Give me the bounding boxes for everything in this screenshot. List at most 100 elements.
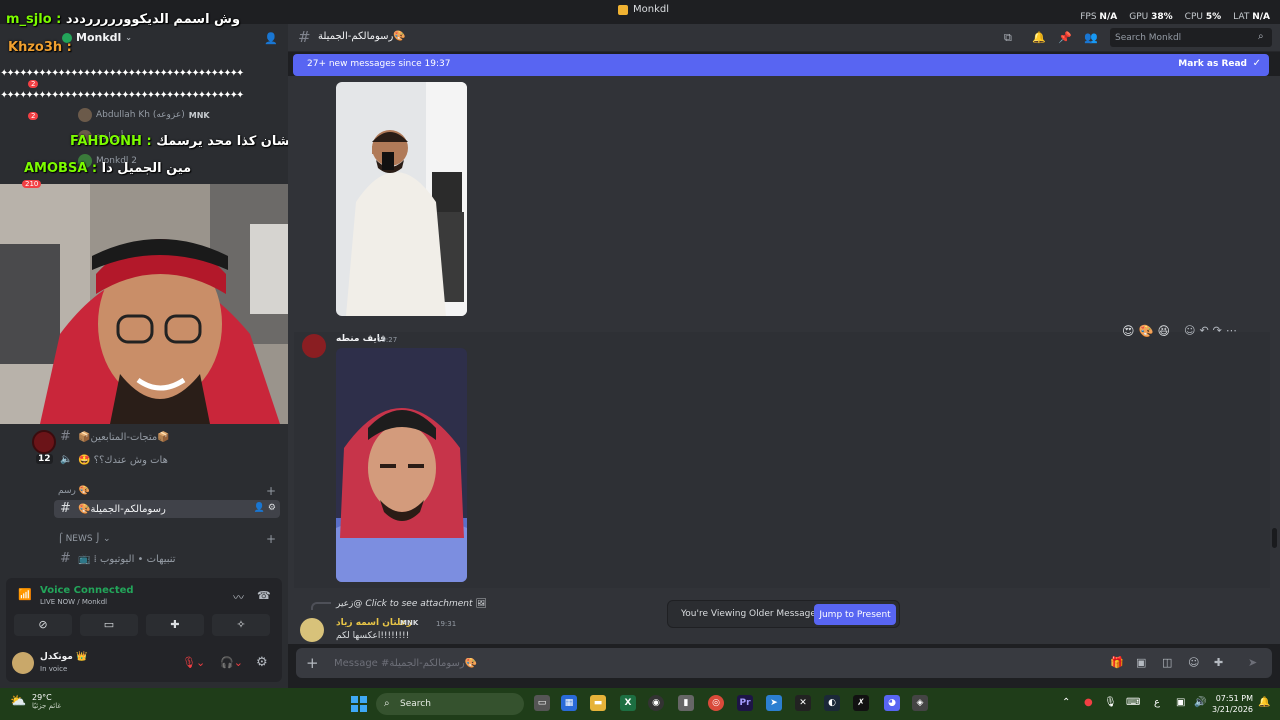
obs-icon[interactable]: ◉ xyxy=(648,695,664,711)
forward-icon[interactable]: ↷ xyxy=(1213,324,1222,340)
threads-icon[interactable]: ⧉ xyxy=(1004,31,1012,45)
message-composer: + 🎁 ▣ ◫ ☺ ✚ ➤ xyxy=(296,648,1272,678)
add-channel-icon[interactable]: + xyxy=(266,484,276,498)
keyboard-icon[interactable]: ⌨ xyxy=(1126,697,1140,708)
speaker-icon: 🔈 xyxy=(60,454,73,465)
voice-channel-item[interactable]: 🔈 هات وش عندك؟؟ 🤩 xyxy=(54,451,280,469)
guild-tag: MNK xyxy=(400,619,419,627)
gif-icon[interactable]: ▣ xyxy=(1136,656,1146,669)
record-icon[interactable]: ● xyxy=(1084,697,1093,708)
sticker-icon[interactable]: ◫ xyxy=(1162,656,1172,669)
more-options-icon[interactable]: ⋯ xyxy=(1226,324,1237,340)
start-button[interactable] xyxy=(351,696,367,712)
image-attachment[interactable] xyxy=(336,82,467,316)
channel-item-active[interactable]: # رسومالكم-الجميلة🎨 👤 ⚙ xyxy=(54,500,280,518)
gift-icon[interactable]: 🎁 xyxy=(1110,656,1124,669)
art-emoji-icon[interactable]: 🎨 xyxy=(1139,324,1154,340)
task-view-icon[interactable]: ▭ xyxy=(534,695,550,711)
avatar[interactable] xyxy=(302,334,326,358)
noise-suppression-icon[interactable]: 〰 xyxy=(233,589,244,605)
steam-icon[interactable]: ◐ xyxy=(824,695,840,711)
mark-as-read-button[interactable]: Mark as Read xyxy=(1178,59,1247,69)
pin-icon[interactable]: 📌 xyxy=(1058,31,1072,44)
search-input[interactable] xyxy=(1110,28,1272,47)
soundboard-button[interactable]: ✧ xyxy=(212,614,270,636)
overlay-chat-line: m_sjlo : وش اسمم الديكوورررررددد xyxy=(6,12,241,27)
premiere-icon[interactable]: Pr xyxy=(737,695,753,711)
reply-icon[interactable]: ↶ xyxy=(1199,324,1208,340)
channel-item[interactable]: # 📦متجات-المتابعين📦 xyxy=(54,428,280,446)
overlay-chat-line: FAHDONH : عشان كذا محد يرسمك xyxy=(70,134,299,149)
user-settings-icon[interactable]: ⚙ xyxy=(256,655,268,670)
avatar xyxy=(78,108,92,122)
bell-icon[interactable]: 🔔 xyxy=(1032,31,1046,44)
notifications-icon[interactable]: 🔔 xyxy=(1258,697,1270,708)
older-messages-banner: You're Viewing Older Messages Jump to Pr… xyxy=(667,600,900,628)
app-icon[interactable]: ▮ xyxy=(678,695,694,711)
heart-eyes-emoji-icon[interactable]: 😍 xyxy=(1122,324,1135,340)
app-icon[interactable]: ◈ xyxy=(912,695,928,711)
text-channel-icon: # xyxy=(60,429,71,444)
server-icon[interactable] xyxy=(32,430,56,454)
app-icon[interactable]: ➤ xyxy=(766,695,782,711)
overlay-decoration: ✦✦✦✦✦✦✦✦✦✦✦✦✦✦✦✦✦✦✦✦✦✦✦✦✦✦✦✦✦✦✦✦✦✦✦✦✦✦ xyxy=(0,90,244,100)
camera-off-button[interactable]: ⊘ xyxy=(14,614,72,636)
capcut-icon[interactable]: ✕ xyxy=(795,695,811,711)
new-messages-bar[interactable]: 27+ new messages since 19:37 Mark as Rea… xyxy=(293,54,1269,76)
channel-item[interactable]: # تنبيهات • اليوتيوب ⁞ 📺 xyxy=(54,550,280,568)
avatar[interactable] xyxy=(300,618,324,642)
overlay-decoration: ✦✦✦✦✦✦✦✦✦✦✦✦✦✦✦✦✦✦✦✦✦✦✦✦✦✦✦✦✦✦✦✦✦✦✦✦✦✦ xyxy=(0,68,244,78)
disconnect-icon[interactable]: ☎ xyxy=(257,589,271,602)
webcam-image xyxy=(0,184,302,424)
mic-muted-icon[interactable]: 🎙⌄ xyxy=(182,656,205,669)
app-icon[interactable]: ✗ xyxy=(853,695,869,711)
widgets-icon[interactable]: ▦ xyxy=(561,695,577,711)
add-reaction-icon[interactable]: ☺ xyxy=(1184,324,1195,340)
channel-header: # رسومالكم-الجميلة🎨 ⧉ 🔔 📌 👥 ⌕ xyxy=(288,24,1280,52)
volume-icon[interactable]: 🔊 xyxy=(1194,697,1206,708)
message-input[interactable] xyxy=(334,654,1074,672)
category-news[interactable]: ⌠ NEWS ⌡ ⌄ + xyxy=(58,532,276,546)
activities-button[interactable]: ✚ xyxy=(146,614,204,636)
server-name[interactable]: Monkdl ⌄ xyxy=(62,31,132,44)
add-channel-icon[interactable]: + xyxy=(266,532,276,546)
reply-connector xyxy=(311,602,331,610)
send-icon[interactable]: ➤ xyxy=(1248,656,1257,669)
voice-member[interactable]: Abdullah Kh (عزوعه) MNK xyxy=(78,108,210,122)
avatar[interactable] xyxy=(12,652,34,674)
signal-icon: 📶 xyxy=(18,588,32,601)
voice-connection-panel: 📶 Voice Connected LIVE NOW / Monkdl 〰 ☎ … xyxy=(6,578,282,682)
mic-icon[interactable]: 🎙 xyxy=(1104,697,1117,708)
taskbar-clock[interactable]: 07:51 PM 3/21/2026 xyxy=(1212,693,1253,715)
partly-cloudy-icon: ⛅ xyxy=(10,693,27,709)
mention-badge: 210 xyxy=(22,180,42,188)
emoji-icon[interactable]: ☺ xyxy=(1188,656,1199,669)
deafened-icon[interactable]: 🎧⌄ xyxy=(220,656,243,669)
chevron-up-icon[interactable]: ⌃ xyxy=(1062,697,1070,708)
channel-settings-icon[interactable]: 👤 ⚙ xyxy=(254,503,276,513)
text-channel-icon: # xyxy=(60,551,71,566)
attach-plus-icon[interactable]: + xyxy=(306,654,319,672)
overlay-chat-line: Khzo3h : xyxy=(8,40,72,55)
image-attachment[interactable] xyxy=(336,348,467,582)
apps-icon[interactable]: ✚ xyxy=(1214,656,1223,669)
taskbar-search[interactable]: ⌕ Search xyxy=(376,693,524,715)
weather-widget[interactable]: ⛅ 29°C غائم جزئيًا xyxy=(10,693,61,710)
reply-preview[interactable]: زعير@ Click to see attachment 🖼 xyxy=(336,599,487,609)
chevron-down-icon: ⌄ xyxy=(125,33,132,42)
laughing-emoji-icon[interactable]: 😆 xyxy=(1157,324,1170,340)
file-explorer-icon[interactable]: ▬ xyxy=(590,695,606,711)
chrome-icon[interactable]: ◎ xyxy=(708,695,724,711)
discord-icon[interactable]: ◕ xyxy=(884,695,900,711)
scrollbar-thumb[interactable] xyxy=(1272,528,1277,548)
excel-icon[interactable]: X xyxy=(620,695,636,711)
performance-overlay: FPS N/A GPU 38% CPU 5% LAT N/A xyxy=(1080,12,1270,22)
jump-to-present-button[interactable]: Jump to Present xyxy=(814,604,896,625)
screen-share-button[interactable]: ▭ xyxy=(80,614,138,636)
network-icon[interactable]: ▣ xyxy=(1176,697,1185,708)
invite-people-icon[interactable]: 👤 xyxy=(264,32,278,45)
overlay-chat-line: AMOBSA : مين الجميل دا xyxy=(24,161,192,176)
category-rasm[interactable]: رسم 🎨 + xyxy=(58,484,276,498)
search-icon: ⌕ xyxy=(1258,31,1264,42)
member-list-icon[interactable]: 👥 xyxy=(1084,31,1098,44)
